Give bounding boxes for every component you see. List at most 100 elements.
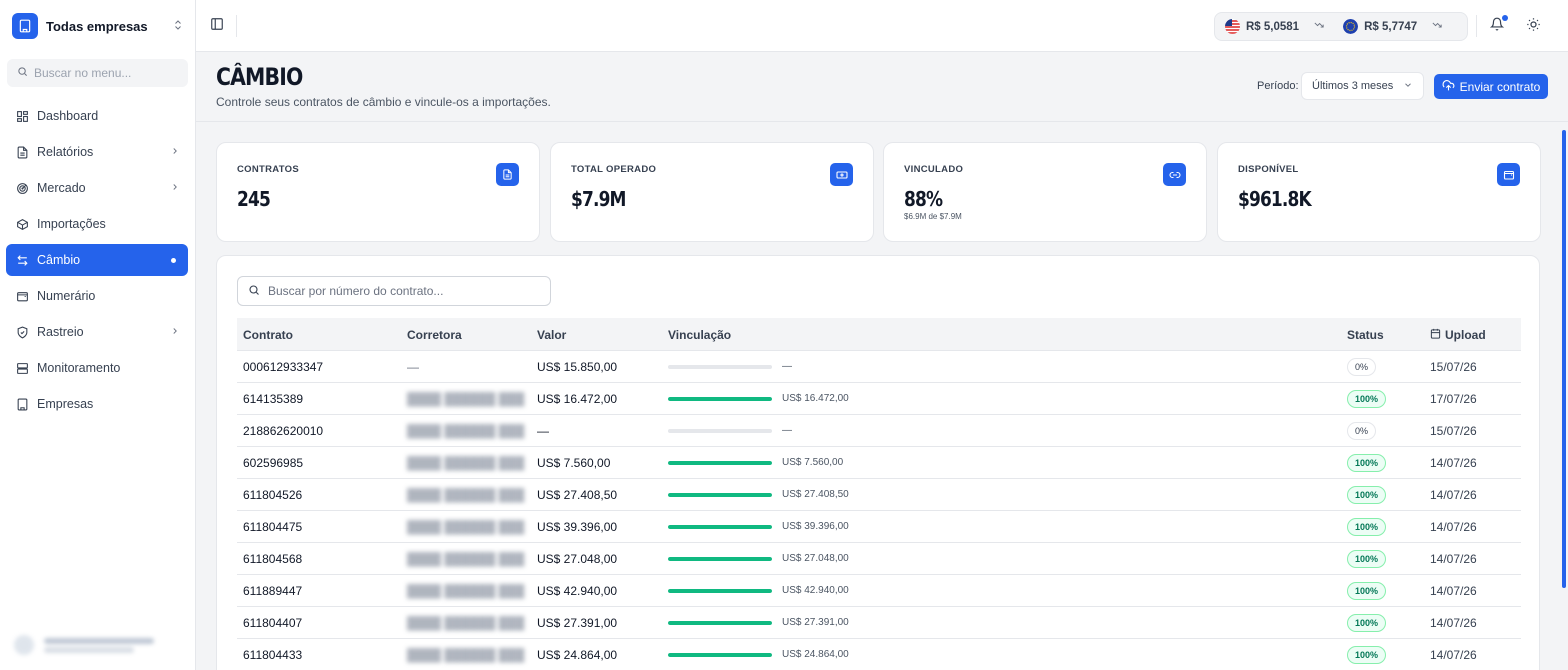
broker-name-blurred: ████ ██████ ███ [407,584,525,598]
contract-number[interactable]: 614135389 [243,392,303,406]
sidebar-item-mercado[interactable]: Mercado [6,172,188,204]
scrollbar-thumb[interactable] [1562,130,1566,588]
table-row[interactable]: 218862620010 ████ ██████ ███ — — 0% 15/07/26 [237,415,1521,447]
table-row[interactable]: 611889447 ████ ██████ ███ US$ 42.940,00 US$… [237,575,1521,607]
broker-name-blurred: ████ ██████ ███ [407,616,525,630]
stat-label: CONTRATOS [237,164,299,175]
sidebar-toggle-icon[interactable] [210,17,226,33]
table-row[interactable]: 611804407 ████ ██████ ███ US$ 27.391,00 US$… [237,607,1521,639]
linked-amount: US$ 27.391,00 [782,617,849,628]
contract-search-field[interactable] [237,276,551,306]
linked-amount: US$ 24.864,00 [782,649,849,660]
notifications-bell-icon[interactable] [1489,15,1508,33]
sidebar: Todas empresas Buscar no menu... Dashboa… [0,0,196,670]
link-progress-bar [668,557,772,561]
contract-search-input[interactable] [268,284,528,298]
column-header-valor[interactable]: Valor [537,328,566,342]
page-scrollbar[interactable] [1560,122,1568,670]
stat-value: $7.9M [571,187,626,211]
chevron-right-icon [170,325,180,339]
contract-number[interactable]: 218862620010 [243,424,323,438]
status-badge: 100% [1347,614,1387,632]
contract-value: US$ 27.048,00 [537,552,618,566]
sidebar-item-label: Câmbio [37,253,81,267]
link-icon [1163,163,1186,186]
contract-number[interactable]: 611804568 [243,552,302,566]
column-header-status[interactable]: Status [1347,328,1384,342]
column-header-upload[interactable]: Upload [1430,328,1486,342]
status-badge-text: 100% [1347,582,1387,600]
table-row[interactable]: 614135389 ████ ██████ ███ US$ 16.472,00 US$… [237,383,1521,415]
chevron-right-icon [170,145,180,159]
sidebar-item-dashboard[interactable]: Dashboard [6,100,188,132]
contract-number[interactable]: 000612933347 [243,360,323,374]
user-profile-blurred[interactable] [14,630,184,660]
broker-name-blurred: ████ ██████ ███ [407,392,525,406]
upload-date: 15/07/26 [1430,424,1477,438]
table-row[interactable]: 611804475 ████ ██████ ███ US$ 39.396,00 US$… [237,511,1521,543]
sidebar-item-importacoes[interactable]: Importações [6,208,188,240]
status-badge: 100% [1347,550,1387,568]
contracts-table-card: Contrato Corretora Valor Vinculação Stat… [216,255,1540,670]
contract-number[interactable]: 611804526 [243,488,302,502]
banknote-icon [830,163,853,186]
exchange-rates: R$ 5,0581 R$ 5,7747 [1214,12,1468,41]
sidebar-item-empresas[interactable]: Empresas [6,388,188,420]
status-badge-text: 100% [1347,614,1387,632]
contract-value: — [537,424,549,438]
column-header-contrato[interactable]: Contrato [243,328,293,342]
upload-date: 14/07/26 [1430,520,1477,534]
status-badge-text: 100% [1347,550,1387,568]
sidebar-item-label: Monitoramento [37,361,121,375]
table-row[interactable]: 611804433 ████ ██████ ███ US$ 24.864,00 US$… [237,639,1521,670]
table-row[interactable]: 611804526 ████ ██████ ███ US$ 27.408,50 US$… [237,479,1521,511]
link-progress-fill [668,653,772,657]
period-select[interactable]: Últimos 3 meses [1301,72,1424,100]
period-label: Período: [1257,80,1299,92]
monitor-icon [14,360,30,376]
column-header-vinculacao[interactable]: Vinculação [668,328,731,342]
rate-eur[interactable]: R$ 5,7747 [1343,19,1453,34]
broker-name: — [407,360,419,374]
period-select-value: Últimos 3 meses [1312,80,1394,92]
contract-number[interactable]: 611804407 [243,616,302,630]
contract-value: US$ 27.391,00 [537,616,618,630]
linked-amount: US$ 7.560,00 [782,457,844,468]
upload-contract-button[interactable]: Enviar contrato [1434,74,1548,99]
trend-down-icon [1431,20,1443,33]
rate-usd[interactable]: R$ 5,0581 [1225,19,1335,34]
sidebar-item-monitoramento[interactable]: Monitoramento [6,352,188,384]
divider [1476,15,1477,37]
cloud-upload-icon [1442,79,1455,95]
stat-label: TOTAL OPERADO [571,164,657,175]
sidebar-nav: Dashboard Relatórios Mercado Importações… [6,100,188,424]
notification-dot [1502,15,1508,21]
user-info-blurred [44,635,154,656]
contract-number[interactable]: 611889447 [243,584,302,598]
building-icon [14,396,30,412]
table-row[interactable]: 000612933347 — US$ 15.850,00 — 0% 15/07/26 [237,351,1521,383]
sidebar-item-relatorios[interactable]: Relatórios [6,136,188,168]
table-row[interactable]: 611804568 ████ ██████ ███ US$ 27.048,00 US$… [237,543,1521,575]
sidebar-item-rastreio[interactable]: Rastreio [6,316,188,348]
contract-number[interactable]: 611804475 [243,520,302,534]
column-header-upload-label: Upload [1445,328,1486,342]
linked-amount: US$ 27.408,50 [782,489,849,500]
sidebar-item-numerario[interactable]: Numerário [6,280,188,312]
sidebar-item-cambio[interactable]: Câmbio [6,244,188,276]
contract-value: US$ 7.560,00 [537,456,611,470]
theme-toggle-sun-icon[interactable] [1526,17,1542,33]
contract-number[interactable]: 611804433 [243,648,302,662]
upload-date: 14/07/26 [1430,552,1477,566]
sidebar-item-label: Numerário [37,289,96,303]
column-header-corretora[interactable]: Corretora [407,328,462,342]
upload-date: 14/07/26 [1430,488,1477,502]
table-row[interactable]: 602596985 ████ ██████ ███ US$ 7.560,00 US$ … [237,447,1521,479]
menu-search-input[interactable]: Buscar no menu... [7,59,188,87]
linked-amount: US$ 42.940,00 [782,585,849,596]
wallet-icon [14,288,30,304]
broker-name-blurred: ████ ██████ ███ [407,424,525,438]
company-switcher[interactable]: Todas empresas [12,12,184,40]
shield-icon [14,324,30,340]
contract-number[interactable]: 602596985 [243,456,303,470]
